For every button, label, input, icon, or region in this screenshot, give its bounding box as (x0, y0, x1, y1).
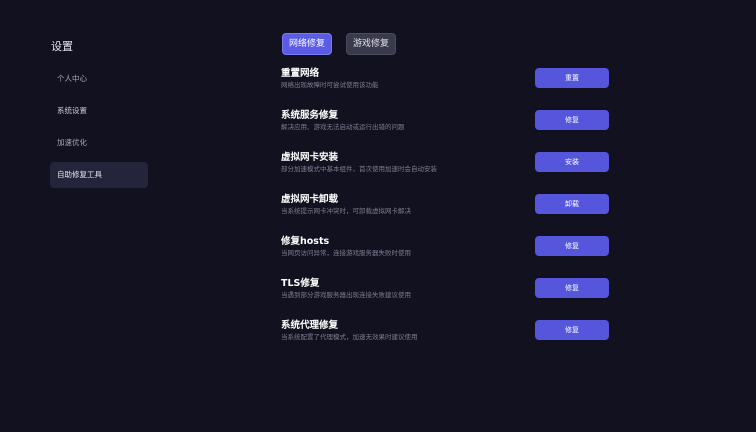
tool-title: 虚拟网卡卸载 (281, 194, 339, 205)
tool-title: 重置网络 (281, 68, 320, 79)
virtual-nic-uninstall-button[interactable]: 卸载 (535, 194, 609, 214)
tls-repair-button[interactable]: 修复 (535, 278, 609, 298)
tool-row-tls: TLS修复 当遇到部分游戏服务器出现连接失败建议使用 修复 (281, 277, 611, 319)
sidebar-item-system-settings[interactable]: 系统设置 (50, 98, 148, 124)
system-proxy-repair-button[interactable]: 修复 (535, 320, 609, 340)
tool-description: 当遇到部分游戏服务器出现连接失败建议使用 (281, 291, 411, 299)
tool-row-hosts: 修复hosts 当网页访问异常，连接游戏服务器失败时使用 修复 (281, 235, 611, 277)
sidebar-item-profile[interactable]: 个人中心 (50, 66, 148, 92)
tool-title: 修复hosts (281, 236, 330, 247)
tool-description: 当系统提示网卡冲突时，可卸载虚拟网卡解决 (281, 207, 411, 215)
settings-sidebar: 设置 个人中心 系统设置 加速优化 自助修复工具 (50, 40, 148, 194)
tool-description: 网络出现故障时可尝试使用该功能 (281, 81, 379, 89)
tool-row-virtual-nic-install: 虚拟网卡安装 部分加速模式中基本组件，首次使用加速时会自动安装 安装 (281, 151, 611, 193)
tool-title: 虚拟网卡安装 (281, 152, 339, 163)
tool-row-reset-network: 重置网络 网络出现故障时可尝试使用该功能 重置 (281, 67, 611, 109)
virtual-nic-install-button[interactable]: 安装 (535, 152, 609, 172)
sidebar-item-acceleration[interactable]: 加速优化 (50, 130, 148, 156)
tool-description: 当网页访问异常，连接游戏服务器失败时使用 (281, 249, 411, 257)
system-service-repair-button[interactable]: 修复 (535, 110, 609, 130)
tool-title: 系统代理修复 (281, 320, 339, 331)
repair-tabs: 网络修复 游戏修复 (282, 33, 397, 55)
hosts-repair-button[interactable]: 修复 (535, 236, 609, 256)
sidebar-item-repair-tools[interactable]: 自助修复工具 (50, 162, 148, 188)
tool-description: 解决应用、游戏无法启动或运行出错的问题 (281, 123, 405, 131)
tool-row-virtual-nic-uninstall: 虚拟网卡卸载 当系统提示网卡冲突时，可卸载虚拟网卡解决 卸载 (281, 193, 611, 235)
tool-row-system-service: 系统服务修复 解决应用、游戏无法启动或运行出错的问题 修复 (281, 109, 611, 151)
repair-tool-list: 重置网络 网络出现故障时可尝试使用该功能 重置 系统服务修复 解决应用、游戏无法… (281, 67, 611, 361)
tab-network-repair[interactable]: 网络修复 (282, 33, 333, 55)
tab-game-repair[interactable]: 游戏修复 (346, 33, 397, 55)
tool-title: 系统服务修复 (281, 110, 339, 121)
reset-network-button[interactable]: 重置 (535, 68, 609, 88)
tool-row-system-proxy: 系统代理修复 当系统配置了代理模式，加速无效果时建议使用 修复 (281, 319, 611, 361)
tool-description: 当系统配置了代理模式，加速无效果时建议使用 (281, 333, 418, 341)
sidebar-title: 设置 (51, 40, 73, 53)
tool-title: TLS修复 (281, 278, 320, 289)
tool-description: 部分加速模式中基本组件，首次使用加速时会自动安装 (281, 165, 437, 173)
